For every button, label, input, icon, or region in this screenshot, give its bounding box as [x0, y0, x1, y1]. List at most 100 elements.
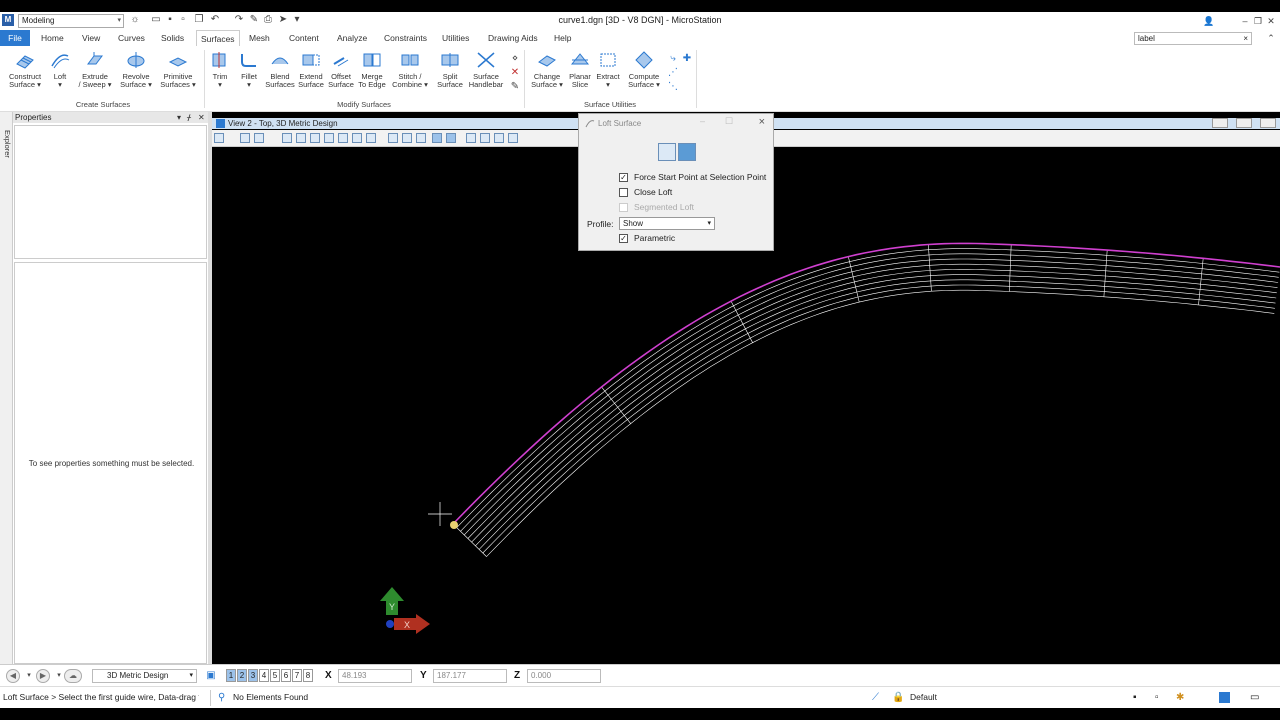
view-toggle-8[interactable]: 8: [303, 669, 313, 682]
user-icon[interactable]: 👤: [1202, 14, 1216, 28]
y-coordinate-field[interactable]: 187.177: [433, 669, 507, 683]
zoom-out-icon[interactable]: [310, 133, 320, 143]
active-level[interactable]: Default: [910, 692, 937, 702]
fillet-button[interactable]: Fillet ▾: [236, 50, 262, 89]
parametric-checkbox[interactable]: ✓: [619, 234, 628, 243]
explorer-tab[interactable]: Explorer: [0, 112, 13, 664]
properties-selection-list[interactable]: [14, 125, 207, 259]
tab-help[interactable]: Help: [550, 30, 575, 46]
close-panel-icon[interactable]: ✕: [198, 112, 205, 123]
revolve-surface-button[interactable]: Revolve Surface ▾: [118, 50, 154, 89]
sheet-icon[interactable]: ▭: [1250, 692, 1261, 703]
tab-curves[interactable]: Curves: [114, 30, 149, 46]
offset-surface-button[interactable]: Offset Surface: [326, 50, 356, 89]
tab-content[interactable]: Content: [285, 30, 323, 46]
ribbon-collapse-icon[interactable]: ⌃: [1264, 31, 1278, 45]
utility-small-icon-4[interactable]: ⋱: [668, 82, 678, 92]
tab-mesh[interactable]: Mesh: [245, 30, 274, 46]
extrude-sweep-button[interactable]: Extrude / Sweep ▾: [76, 50, 114, 89]
surface-tool-small-icon[interactable]: ⋄: [510, 54, 520, 64]
view-restore-icon[interactable]: [1236, 118, 1252, 128]
surface-handlebar-button[interactable]: Surface Handlebar: [466, 50, 506, 89]
view-toggle-3[interactable]: 3: [248, 669, 258, 682]
chevron-down-icon[interactable]: ▾: [54, 671, 64, 681]
force-start-checkbox[interactable]: ✓: [619, 173, 628, 182]
stitch-combine-button[interactable]: Stitch / Combine ▾: [390, 50, 430, 89]
close-icon[interactable]: ✕: [1264, 14, 1278, 28]
active-model-select[interactable]: 3D Metric Design ▾: [92, 669, 197, 683]
window-area-icon[interactable]: [324, 133, 334, 143]
change-surface-button[interactable]: Change Surface ▾: [528, 50, 566, 89]
view-previous-icon[interactable]: [388, 133, 398, 143]
rotate-view-icon[interactable]: [352, 133, 362, 143]
view-update-icon[interactable]: [282, 133, 292, 143]
camera-icon[interactable]: [466, 133, 476, 143]
utility-small-icon-3[interactable]: ⋰: [668, 68, 678, 78]
tab-utilities[interactable]: Utilities: [438, 30, 473, 46]
save-status-icon[interactable]: ▪: [1133, 692, 1144, 703]
restore-icon[interactable]: ❐: [1251, 14, 1265, 28]
close-loft-option[interactable]: Close Loft: [619, 187, 769, 199]
tab-file[interactable]: File: [0, 30, 30, 46]
view-toggle-6[interactable]: 6: [281, 669, 291, 682]
merge-to-edge-button[interactable]: Merge To Edge: [356, 50, 388, 89]
z-coordinate-field[interactable]: 0.000: [527, 669, 601, 683]
view-attributes-icon[interactable]: [214, 133, 224, 143]
model-icon[interactable]: [1219, 692, 1230, 703]
design-history-icon[interactable]: ▫: [1155, 692, 1166, 703]
blend-surfaces-button[interactable]: Blend Surfaces: [264, 50, 296, 89]
view-toggle-7[interactable]: 7: [292, 669, 302, 682]
construct-surface-button[interactable]: Construct Surface ▾: [6, 50, 44, 89]
snap-mode-icon[interactable]: ⟋: [872, 692, 883, 703]
message-center-icon[interactable]: ⚲: [218, 692, 229, 703]
primitive-surfaces-button[interactable]: Primitive Surfaces ▾: [158, 50, 198, 89]
zoom-in-icon[interactable]: [296, 133, 306, 143]
chevron-down-icon[interactable]: ▾: [24, 671, 34, 681]
compute-surface-button[interactable]: Compute Surface ▾: [624, 50, 664, 89]
minimize-icon[interactable]: –: [1238, 14, 1252, 28]
tab-view[interactable]: View: [78, 30, 104, 46]
model-browser-icon[interactable]: ☁: [64, 669, 82, 683]
view-toggle-1[interactable]: 1: [226, 669, 236, 682]
pin-panel-icon[interactable]: ᚋ: [187, 112, 191, 123]
tab-home[interactable]: Home: [37, 30, 68, 46]
pan-view-icon[interactable]: [366, 133, 376, 143]
back-icon[interactable]: ◀: [6, 669, 20, 683]
toggle-icon[interactable]: [494, 133, 504, 143]
clear-search-icon[interactable]: ×: [1243, 33, 1248, 44]
views-icon[interactable]: ▣: [206, 671, 216, 681]
lock-icon[interactable]: 🔒: [892, 692, 904, 703]
saved-views-icon[interactable]: [508, 133, 518, 143]
filter-icon[interactable]: [480, 133, 490, 143]
view-close-icon[interactable]: [1260, 118, 1276, 128]
extend-surface-button[interactable]: Extend Surface: [296, 50, 326, 89]
search-input[interactable]: label ×: [1134, 32, 1252, 45]
loft-button[interactable]: Loft ▾: [48, 50, 72, 89]
panel-menu-icon[interactable]: ▾: [177, 112, 181, 123]
loft-mode-profile-icon[interactable]: [678, 143, 696, 161]
extract-button[interactable]: Extract ▾: [594, 50, 622, 89]
force-start-option[interactable]: ✓ Force Start Point at Selection Point: [619, 172, 769, 184]
view-toggle-2[interactable]: 2: [237, 669, 247, 682]
view-minimize-icon[interactable]: [1212, 118, 1228, 128]
edit-small-icon[interactable]: ✎: [510, 82, 520, 92]
tab-drawing-aids[interactable]: Drawing Aids: [484, 30, 542, 46]
utility-small-icon-2[interactable]: ✚: [682, 54, 692, 64]
dialog-close-button[interactable]: ×: [759, 116, 765, 128]
delete-small-icon[interactable]: ✕: [510, 68, 520, 78]
lights-icon[interactable]: [254, 133, 264, 143]
parametric-option[interactable]: ✓ Parametric: [619, 233, 769, 245]
tab-constraints[interactable]: Constraints: [380, 30, 431, 46]
tab-solids[interactable]: Solids: [157, 30, 188, 46]
clip-mask-icon[interactable]: [446, 133, 456, 143]
display-style-icon[interactable]: [240, 133, 250, 143]
clip-volume-icon[interactable]: [432, 133, 442, 143]
forward-icon[interactable]: ▶: [36, 669, 50, 683]
x-coordinate-field[interactable]: 48.193: [338, 669, 412, 683]
utility-small-icon-1[interactable]: ⤷: [668, 54, 678, 64]
close-loft-checkbox[interactable]: [619, 188, 628, 197]
profile-select[interactable]: Show ▾: [619, 217, 715, 230]
tab-analyze[interactable]: Analyze: [333, 30, 371, 46]
trim-button[interactable]: Trim ▾: [208, 50, 232, 89]
split-surface-button[interactable]: Split Surface: [434, 50, 466, 89]
